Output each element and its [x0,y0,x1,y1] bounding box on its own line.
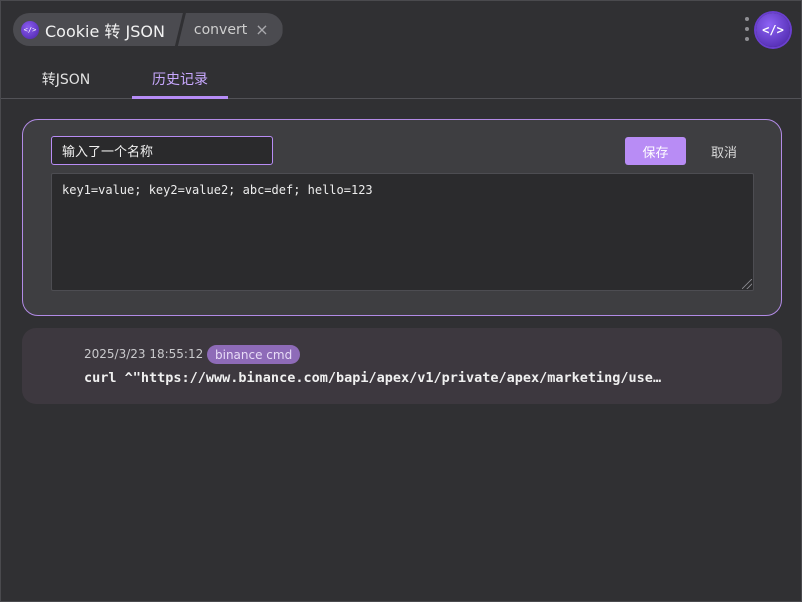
app-title: Cookie 转 JSON [45,21,165,41]
app-tab-pill: </> Cookie 转 JSON convert × [13,13,283,46]
more-dot-icon [745,27,749,31]
app-window: </> Cookie 转 JSON convert × </> 转JSON 历史… [0,0,802,602]
open-tab[interactable]: convert × [177,13,283,46]
name-input[interactable] [51,136,273,165]
app-title-segment[interactable]: </> Cookie 转 JSON [13,13,183,46]
tab-convert-json[interactable]: 转JSON [23,59,109,98]
resize-handle-icon[interactable] [742,279,752,289]
history-timestamp: 2025/3/23 18:55:12 [84,347,204,361]
top-bar: </> Cookie 转 JSON convert × </> [1,1,801,59]
more-options-icon[interactable] [743,17,751,41]
cancel-button[interactable]: 取消 [695,137,753,165]
close-icon[interactable]: × [255,21,268,38]
more-dot-icon [745,17,749,21]
more-dot-icon [745,37,749,41]
edit-card: 保存 取消 key1=value; key2=value2; abc=def; … [22,119,782,316]
history-item[interactable]: 2025/3/23 18:55:12 binance cmd curl ^"ht… [22,328,782,404]
avatar[interactable]: </> [756,13,790,47]
history-command: curl ^"https://www.binance.com/bapi/apex… [84,370,662,386]
open-tab-label: convert [193,21,248,38]
history-tag-badge: binance cmd [207,345,301,364]
save-button[interactable]: 保存 [625,137,686,165]
tab-bar: 转JSON 历史记录 [1,59,801,99]
app-logo-icon: </> [21,21,39,39]
cookie-textarea[interactable]: key1=value; key2=value2; abc=def; hello=… [51,173,754,291]
tab-history[interactable]: 历史记录 [132,59,228,99]
